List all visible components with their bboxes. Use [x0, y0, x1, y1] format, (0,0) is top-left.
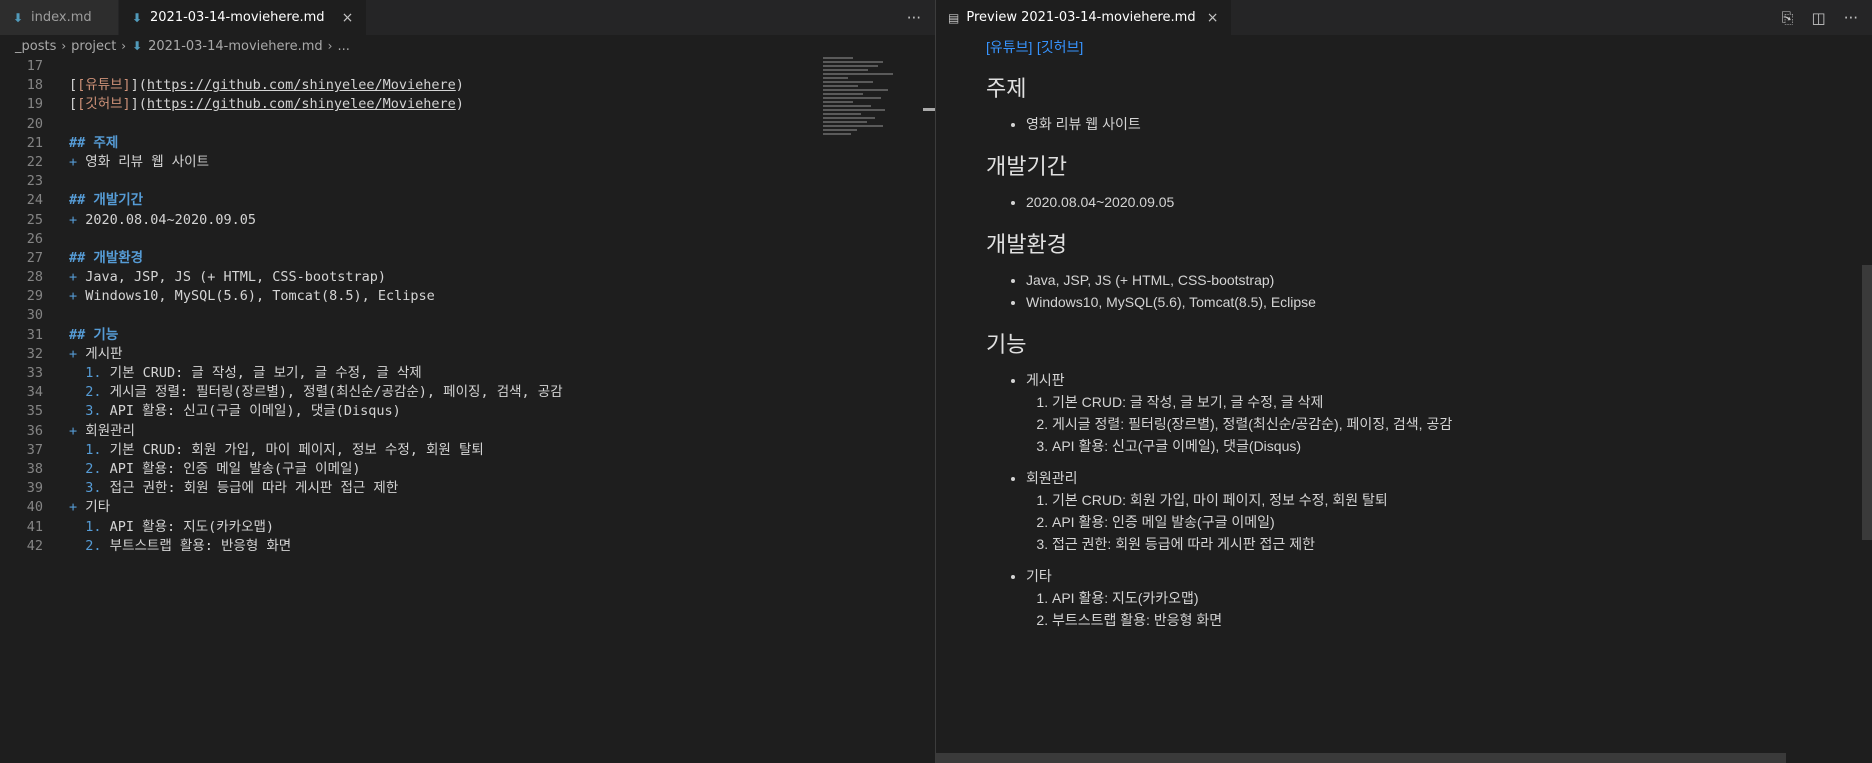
- list-item: 기본 CRUD: 글 작성, 글 보기, 글 수정, 글 삭제: [1052, 391, 1852, 413]
- list-item: 게시글 정렬: 필터링(장르별), 정렬(최신순/공감순), 페이징, 검색, …: [1052, 413, 1852, 435]
- markdown-preview: [유튜브] [깃허브] 주제 영화 리뷰 웹 사이트 개발기간 2020.08.…: [986, 35, 1852, 641]
- breadcrumb-item[interactable]: _posts: [15, 39, 56, 54]
- url-link[interactable]: https://github.com/shinyelee/Moviehere: [147, 96, 456, 112]
- editor-group: ⬇ index.md ⬇ 2021-03-14-moviehere.md × ·…: [0, 0, 936, 763]
- chevron-right-icon: ›: [61, 39, 67, 53]
- list-item: 영화 리뷰 웹 사이트: [1026, 113, 1852, 135]
- code-line: 23: [26, 173, 43, 190]
- breadcrumb: _posts › project › ⬇ 2021-03-14-movieher…: [0, 35, 935, 57]
- code-line: 29 + Windows10, MySQL(5.6), Tomcat(8.5), …: [26, 288, 435, 305]
- youtube-link[interactable]: [유튜브]: [986, 39, 1032, 55]
- code-line: 20: [26, 115, 43, 132]
- list-item: Windows10, MySQL(5.6), Tomcat(8.5), Ecli…: [1026, 291, 1852, 313]
- split-editor-icon[interactable]: ◫: [1812, 9, 1826, 27]
- breadcrumb-item[interactable]: ...: [337, 39, 349, 54]
- breadcrumb-item[interactable]: project: [71, 39, 116, 54]
- chevron-right-icon: ›: [327, 39, 333, 53]
- horizontal-scrollbar[interactable]: [936, 753, 1786, 763]
- scrollbar-marker: [923, 108, 935, 111]
- url-link[interactable]: https://github.com/shinyelee/Moviehere: [147, 77, 456, 93]
- code-line: 35 3. API 활용: 신고(구글 이메일), 댓글(Disqus): [26, 403, 401, 420]
- code-line: 25 + 2020.08.04~2020.09.05: [26, 211, 256, 228]
- env-list: Java, JSP, JS (+ HTML, CSS-bootstrap) Wi…: [986, 269, 1852, 313]
- heading-environment: 개발환경: [986, 232, 1067, 257]
- breadcrumb-item[interactable]: 2021-03-14-moviehere.md: [148, 39, 323, 54]
- code-line: 17: [26, 58, 43, 74]
- github-link[interactable]: [깃허브]: [1037, 39, 1083, 55]
- heading-period: 개발기간: [986, 154, 1067, 179]
- list-item: API 활용: 인증 메일 발송(구글 이메일): [1052, 511, 1852, 533]
- ellipsis-icon[interactable]: ···: [1844, 9, 1858, 27]
- board-sublist: 기본 CRUD: 글 작성, 글 보기, 글 수정, 글 삭제 게시글 정렬: …: [1026, 391, 1852, 457]
- list-item: API 활용: 신고(구글 이메일), 댓글(Disqus): [1052, 435, 1852, 457]
- heading-features: 기능: [986, 332, 1027, 357]
- code-line: 19 [[깃허브]](https://github.com/shinyelee/M…: [26, 96, 464, 113]
- code-line: 24 ## 개발기간: [26, 192, 144, 209]
- code-line: 30: [26, 307, 43, 324]
- code-line: 39 3. 접근 권한: 회원 등급에 따라 게시판 접근 제한: [26, 480, 399, 497]
- code-line: 40 + 기타: [26, 499, 111, 516]
- members-sublist: 기본 CRUD: 회원 가입, 마이 페이지, 정보 수정, 회원 탈퇴 API…: [1026, 489, 1852, 555]
- preview-tab-bar: ▤ Preview 2021-03-14-moviehere.md × ⎘ ◫ …: [936, 0, 1872, 35]
- list-item: Java, JSP, JS (+ HTML, CSS-bootstrap): [1026, 269, 1852, 291]
- markdown-file-icon: ⬇: [131, 10, 143, 25]
- list-item: 기타 API 활용: 지도(카카오맵) 부트스트랩 활용: 반응형 화면: [1026, 565, 1852, 631]
- feature-label: 기타: [1026, 568, 1052, 584]
- tab-label: Preview 2021-03-14-moviehere.md: [966, 10, 1196, 25]
- close-icon[interactable]: ×: [1205, 10, 1221, 26]
- period-list: 2020.08.04~2020.09.05: [986, 191, 1852, 213]
- tab-label: index.md: [31, 10, 92, 25]
- tab-moviehere-md[interactable]: ⬇ 2021-03-14-moviehere.md ×: [119, 0, 367, 35]
- preview-icon: ▤: [948, 10, 960, 25]
- feature-label: 게시판: [1026, 372, 1065, 388]
- list-item: API 활용: 지도(카카오맵): [1052, 587, 1852, 609]
- tab-preview[interactable]: ▤ Preview 2021-03-14-moviehere.md ×: [936, 0, 1232, 35]
- list-item: 게시판 기본 CRUD: 글 작성, 글 보기, 글 수정, 글 삭제 게시글 …: [1026, 369, 1852, 457]
- code-line: 36 + 회원관리: [26, 422, 135, 439]
- chevron-right-icon: ›: [121, 39, 127, 53]
- code-line: 32 + 게시판: [26, 345, 123, 362]
- tab-index-md[interactable]: ⬇ index.md: [0, 0, 119, 35]
- list-item: 접근 권한: 회원 등급에 따라 게시판 접근 제한: [1052, 533, 1852, 555]
- vertical-scrollbar[interactable]: [1862, 265, 1872, 540]
- features-list: 게시판 기본 CRUD: 글 작성, 글 보기, 글 수정, 글 삭제 게시글 …: [986, 369, 1852, 631]
- code-line: 28 + Java, JSP, JS (+ HTML, CSS-bootstrap…: [26, 269, 387, 286]
- preview-group: ▤ Preview 2021-03-14-moviehere.md × ⎘ ◫ …: [936, 0, 1872, 763]
- ellipsis-icon[interactable]: ···: [907, 9, 921, 27]
- code-editor[interactable]: 17 18 [[유튜브]](https://github.com/shinyele…: [0, 57, 935, 763]
- code-line: 26: [26, 230, 43, 247]
- code-line: 22 + 영화 리뷰 웹 사이트: [26, 153, 210, 170]
- tab-label: 2021-03-14-moviehere.md: [150, 10, 325, 25]
- code-line: 41 1. API 활용: 지도(카카오맵): [26, 518, 275, 535]
- editor-tab-bar: ⬇ index.md ⬇ 2021-03-14-moviehere.md × ·…: [0, 0, 935, 35]
- etc-sublist: API 활용: 지도(카카오맵) 부트스트랩 활용: 반응형 화면: [1026, 587, 1852, 631]
- markdown-file-icon: ⬇: [12, 10, 24, 25]
- list-item: 부트스트랩 활용: 반응형 화면: [1052, 609, 1852, 631]
- code-line: 42 2. 부트스트랩 활용: 반응형 화면: [26, 537, 292, 554]
- code-line: 18 [[유튜브]](https://github.com/shinyelee/M…: [26, 77, 464, 94]
- list-item: 기본 CRUD: 회원 가입, 마이 페이지, 정보 수정, 회원 탈퇴: [1052, 489, 1852, 511]
- code-line: 31 ## 기능: [26, 326, 119, 343]
- code-line: 27 ## 개발환경: [26, 249, 144, 266]
- minimap[interactable]: [823, 57, 923, 147]
- topic-list: 영화 리뷰 웹 사이트: [986, 113, 1852, 135]
- list-item: 2020.08.04~2020.09.05: [1026, 191, 1852, 213]
- feature-label: 회원관리: [1026, 470, 1078, 486]
- list-item: 회원관리 기본 CRUD: 회원 가입, 마이 페이지, 정보 수정, 회원 탈…: [1026, 467, 1852, 555]
- code-line: 38 2. API 활용: 인증 메일 발송(구글 이메일): [26, 460, 361, 477]
- markdown-file-icon: ⬇: [132, 39, 143, 53]
- code-line: 34 2. 게시글 정렬: 필터링(장르별), 정렬(최신순/공감순), 페이징…: [26, 384, 563, 401]
- code-line: 21 ## 주제: [26, 134, 119, 151]
- code-line: 37 1. 기본 CRUD: 회원 가입, 마이 페이지, 정보 수정, 회원 …: [26, 441, 484, 458]
- close-icon[interactable]: ×: [340, 10, 356, 26]
- heading-topic: 주제: [986, 76, 1027, 101]
- open-source-icon[interactable]: ⎘: [1781, 9, 1793, 27]
- code-line: 33 1. 기본 CRUD: 글 작성, 글 보기, 글 수정, 글 삭제: [26, 365, 422, 381]
- preview-links: [유튜브] [깃허브]: [986, 37, 1852, 57]
